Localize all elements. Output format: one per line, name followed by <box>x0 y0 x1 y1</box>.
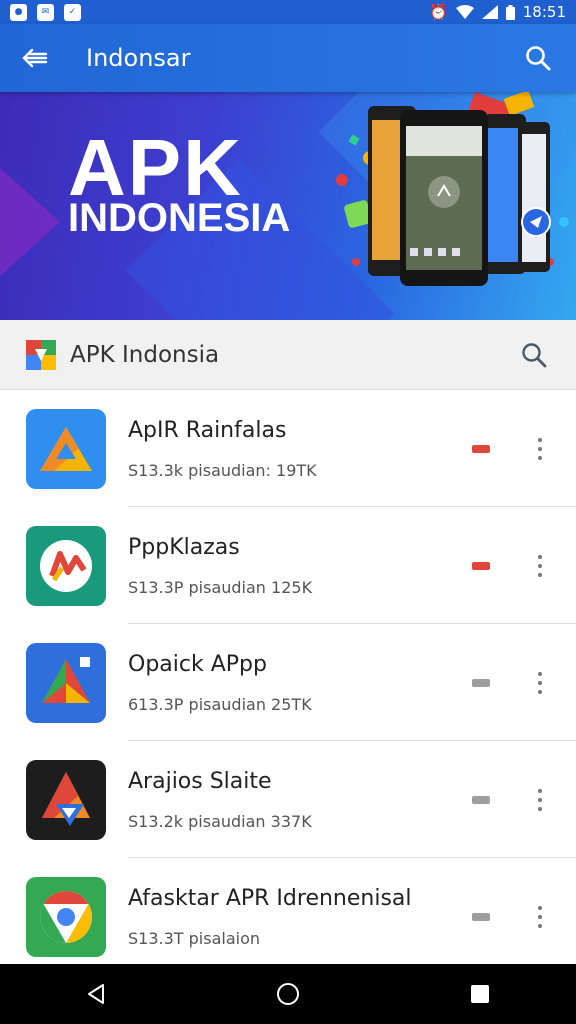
more-options-icon[interactable] <box>520 770 560 830</box>
promo-banner[interactable]: APK INDONESIA <box>0 92 576 320</box>
status-badge <box>472 444 490 453</box>
banner-subtitle: INDONESIA <box>68 196 291 240</box>
status-badge <box>472 561 490 570</box>
more-options-icon[interactable] <box>520 536 560 596</box>
more-options-icon[interactable] <box>520 887 560 947</box>
app-meta: S13.3T pisalaion <box>128 928 261 948</box>
list-item[interactable]: ApIR Rainfalas S13.3k pisaudian: 19TK <box>0 390 576 507</box>
app-list: ApIR Rainfalas S13.3k pisaudian: 19TK Pp… <box>0 390 576 975</box>
app-name: ApIR Rainfalas <box>128 417 287 443</box>
status-badge <box>472 912 490 921</box>
status-badge <box>472 678 490 687</box>
app-name: PppKlazas <box>128 534 240 560</box>
app-meta: S13.3P pisaudian 125K <box>128 577 313 597</box>
circle-arrow-app-icon <box>26 525 106 606</box>
app-name: Afasktar APR Idrennenisal <box>128 885 412 911</box>
wifi-icon <box>455 5 474 19</box>
signal-icon <box>481 5 498 19</box>
search-icon[interactable] <box>500 24 576 92</box>
status-bar: ● ✉ ✓ ⏰ 18:51 <box>0 0 576 24</box>
app-meta: 613.3P pisaudian 25TK <box>128 694 312 714</box>
list-item[interactable]: Afasktar APR Idrennenisal S13.3T pisalai… <box>0 858 576 975</box>
chrome-app-icon <box>26 876 106 957</box>
recents-square-icon[interactable] <box>450 964 510 1024</box>
more-options-icon[interactable] <box>520 653 560 713</box>
page-title: Indonsar <box>86 44 191 72</box>
list-item[interactable]: Arajios Slaite S13.2k pisaudian 337K <box>0 741 576 858</box>
section-header: APK Indonsia <box>0 320 576 390</box>
app-bar: Indonsar <box>0 24 576 92</box>
banner-decoration <box>0 132 60 312</box>
more-options-icon[interactable] <box>520 419 560 479</box>
flame-app-icon <box>26 759 106 840</box>
alarm-icon: ⏰ <box>429 3 448 21</box>
status-time: 18:51 <box>522 3 566 21</box>
triangle-app-icon <box>26 408 106 489</box>
apk-indonesia-logo-icon <box>26 339 56 370</box>
notification-icon-1: ● <box>10 3 27 21</box>
system-nav-bar <box>0 964 576 1024</box>
app-name: Arajios Slaite <box>128 768 272 794</box>
list-item[interactable]: PppKlazas S13.3P pisaudian 125K <box>0 507 576 624</box>
status-notifications: ● ✉ ✓ <box>10 3 81 21</box>
app-meta: S13.3k pisaudian: 19TK <box>128 460 317 480</box>
battery-icon <box>505 4 515 20</box>
multicolor-arrow-app-icon <box>26 642 106 723</box>
home-circle-icon[interactable] <box>258 964 318 1024</box>
section-title: APK Indonsia <box>70 341 220 368</box>
list-item[interactable]: Opaick APpp 613.3P pisaudian 25TK <box>0 624 576 741</box>
notification-icon-2: ✉ <box>37 3 54 21</box>
back-arrow-icon[interactable] <box>0 24 70 92</box>
search-icon[interactable] <box>504 320 564 390</box>
back-triangle-icon[interactable] <box>66 964 126 1024</box>
app-name: Opaick APpp <box>128 651 267 677</box>
status-badge <box>472 795 490 804</box>
app-meta: S13.2k pisaudian 337K <box>128 811 312 831</box>
phones-illustration <box>336 92 569 286</box>
status-system: ⏰ 18:51 <box>429 3 566 21</box>
notification-icon-3: ✓ <box>64 3 81 21</box>
